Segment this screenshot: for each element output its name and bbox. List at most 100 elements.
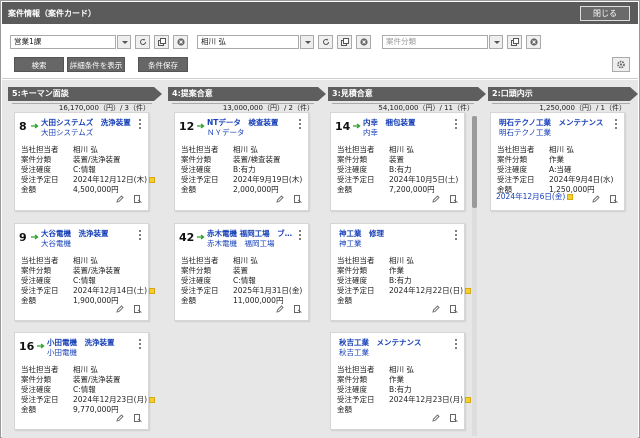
field-label: 受注確度 (497, 165, 527, 174)
certainty-value: B:有力 (389, 385, 412, 394)
edit-pencil-icon[interactable] (592, 195, 600, 205)
owner-value: 相川 弘 (233, 145, 258, 154)
report-icon[interactable] (134, 414, 142, 424)
dept-dropdown-button[interactable] (117, 35, 131, 49)
customer-link[interactable]: 明石テクノ工業 (499, 127, 551, 138)
next-action-date-link[interactable]: 2024年12月6日(金) (496, 192, 565, 201)
report-icon[interactable] (610, 195, 618, 205)
more-menu-icon[interactable] (139, 339, 142, 351)
field-label: 案件分類 (337, 375, 367, 384)
certainty-value: B:有力 (389, 276, 412, 285)
status-arrow-icon (31, 234, 39, 240)
field-label: 受注確度 (21, 276, 51, 285)
more-menu-icon[interactable] (139, 119, 142, 131)
edit-pencil-icon[interactable] (116, 414, 124, 424)
case-card[interactable]: 神工業 修理 神工業 当社担当者 相川 弘 案件分類 作業 受注確度 B:有力 受注予… (330, 223, 472, 321)
search-button[interactable]: 検索 (14, 57, 64, 72)
field-label: 案件分類 (497, 155, 527, 164)
memo-icon[interactable] (149, 288, 156, 294)
more-menu-icon[interactable] (455, 119, 458, 131)
report-icon[interactable] (450, 195, 458, 205)
case-card[interactable]: 9 大谷電機 洗浄装置 大谷電機 当社担当者 相川 弘 案件分類 装置/洗浄装置 受… (14, 223, 156, 321)
person-reset-icon[interactable] (318, 35, 333, 49)
case-card[interactable]: 12 NTデータ 検査装置 ＮＹデータ 当社担当者 相川 弘 案件分類 装置/検査装… (174, 112, 309, 211)
date-value: 2024年12月23日(月) (73, 395, 148, 404)
dept-copy-icon[interactable] (154, 35, 169, 49)
customer-link[interactable]: ＮＹデータ (207, 127, 245, 138)
edit-pencil-icon[interactable] (432, 195, 440, 205)
settings-gear-icon[interactable] (612, 57, 630, 72)
memo-icon[interactable] (149, 397, 156, 403)
scrollbar-thumb[interactable] (472, 116, 477, 208)
column-title: 4:提案合意 (168, 87, 318, 101)
memo-icon[interactable] (567, 194, 574, 200)
report-icon[interactable] (450, 414, 458, 424)
case-card[interactable]: 明石テクノ工業 メンテナンス 明石テクノ工業 当社担当者 相川 弘 案件分類 作業 … (490, 112, 625, 211)
date-value: 2024年9月19日(木) (233, 175, 303, 184)
field-label: 受注確度 (181, 276, 211, 285)
case-card[interactable]: 14 内幸 梱包装置 内幸 当社担当者 相川 弘 案件分類 装置 受注確度 B:有力 … (330, 112, 465, 211)
person-copy-icon[interactable] (337, 35, 352, 49)
person-dropdown-button[interactable] (300, 35, 314, 49)
case-card[interactable]: 42 赤木電機 福岡工場 ブ… 赤木電機 福岡工場 当社担当者 相川 弘 案件分類… (174, 223, 309, 321)
more-menu-icon[interactable] (299, 230, 302, 242)
field-label: 案件分類 (337, 266, 367, 275)
field-label: 案件分類 (21, 375, 51, 384)
field-label: 受注予定日 (497, 175, 535, 184)
field-label: 当社担当者 (497, 145, 535, 154)
customer-link[interactable]: 赤木電機 福岡工場 (207, 238, 275, 249)
more-menu-icon[interactable] (139, 230, 142, 242)
save-conditions-button[interactable]: 条件保存 (138, 57, 188, 72)
case-card[interactable]: 秋吉工業 メンテナンス 秋吉工業 当社担当者 相川 弘 案件分類 作業 受注確度 B:… (330, 332, 472, 430)
owner-value: 相川 弘 (389, 145, 414, 154)
more-menu-icon[interactable] (299, 119, 302, 131)
memo-icon[interactable] (465, 397, 472, 403)
report-icon[interactable] (294, 305, 302, 315)
report-icon[interactable] (134, 195, 142, 205)
category-clear-icon[interactable] (526, 35, 541, 49)
category-copy-icon[interactable] (507, 35, 522, 49)
edit-pencil-icon[interactable] (432, 305, 440, 315)
date-value: 2024年12月23日(月) (389, 395, 464, 404)
report-icon[interactable] (294, 195, 302, 205)
category-dropdown-button[interactable] (489, 35, 503, 49)
memo-icon[interactable] (465, 288, 472, 294)
person-select[interactable]: 相川 弘 (197, 35, 299, 49)
more-menu-icon[interactable] (615, 119, 618, 131)
owner-value: 相川 弘 (73, 256, 98, 265)
customer-link[interactable]: 大谷電機 (41, 238, 71, 249)
category-select[interactable]: 案件分類 (382, 35, 488, 49)
close-button[interactable]: 閉じる (580, 6, 630, 21)
dept-reset-icon[interactable] (135, 35, 150, 49)
edit-pencil-icon[interactable] (116, 305, 124, 315)
customer-link[interactable]: 神工業 (339, 238, 362, 249)
report-icon[interactable] (450, 305, 458, 315)
field-label: 受注確度 (181, 165, 211, 174)
edit-pencil-icon[interactable] (432, 414, 440, 424)
case-card[interactable]: 16 小田電機 洗浄装置 小田電機 当社担当者 相川 弘 案件分類 装置/洗浄装置 … (14, 332, 156, 430)
field-label: 受注予定日 (181, 175, 219, 184)
report-icon[interactable] (134, 305, 142, 315)
stage-arrow (478, 87, 486, 101)
column-title: 3:見積合意 (328, 87, 478, 101)
field-label: 案件分類 (181, 155, 211, 164)
more-menu-icon[interactable] (455, 230, 458, 242)
edit-pencil-icon[interactable] (276, 195, 284, 205)
category-value: 装置 (233, 266, 248, 275)
field-label: 受注確度 (337, 276, 367, 285)
customer-link[interactable]: 秋吉工業 (339, 347, 369, 358)
dept-select[interactable]: 営業1課 (10, 35, 116, 49)
edit-pencil-icon[interactable] (116, 195, 124, 205)
dept-clear-icon[interactable] (173, 35, 188, 49)
customer-link[interactable]: 内幸 (363, 127, 378, 138)
memo-icon[interactable] (149, 177, 156, 183)
customer-link[interactable]: 小田電機 (47, 347, 77, 358)
edit-pencil-icon[interactable] (276, 305, 284, 315)
person-clear-icon[interactable] (356, 35, 371, 49)
column-scrollbar[interactable] (472, 116, 477, 436)
customer-link[interactable]: 大田システムズ (41, 127, 93, 138)
more-menu-icon[interactable] (455, 339, 458, 351)
field-label: 金額 (181, 185, 196, 194)
case-card[interactable]: 8 大田システムズ 洗浄装置 大田システムズ 当社担当者 相川 弘 案件分類 装置/… (14, 112, 156, 211)
detail-conditions-button[interactable]: 詳細条件を表示 (67, 57, 125, 72)
